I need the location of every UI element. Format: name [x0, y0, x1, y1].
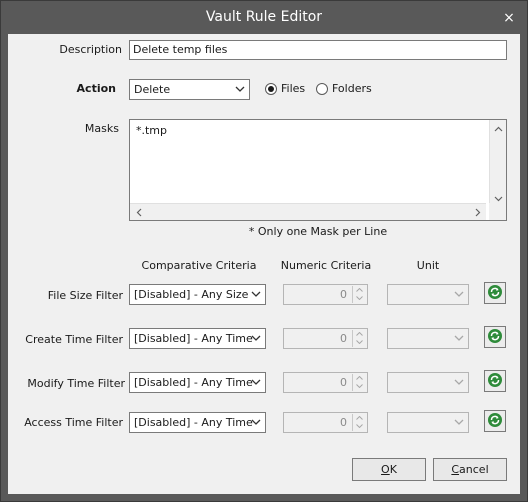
file-size-filter-label: File Size Filter — [47, 289, 123, 302]
access-time-refresh-button[interactable] — [484, 410, 506, 432]
dialog-body: Description Delete temp files Action Del… — [8, 34, 520, 494]
spin-buttons[interactable] — [352, 374, 366, 391]
ok-button-label-rest: K — [389, 463, 397, 476]
radio-folders-dot[interactable] — [316, 82, 328, 95]
header-numeric: Numeric Criteria — [280, 259, 372, 272]
radio-folders[interactable]: Folders — [316, 82, 372, 95]
file-size-criteria-select[interactable]: [Disabled] - Any Size — [129, 284, 266, 305]
access-time-numeric-spin[interactable]: 0 — [283, 412, 368, 433]
dialog-window: Vault Rule Editor × Description Delete t… — [0, 0, 528, 502]
chevron-down-icon — [251, 416, 261, 428]
file-size-numeric-value: 0 — [340, 288, 347, 301]
spin-down-icon[interactable] — [353, 294, 366, 302]
spin-buttons[interactable] — [352, 286, 366, 303]
create-time-criteria-select[interactable]: [Disabled] - Any Time — [129, 328, 266, 349]
chevron-down-icon — [454, 376, 464, 388]
spin-up-icon[interactable] — [353, 286, 366, 294]
file-size-criteria-value: [Disabled] - Any Size — [134, 288, 249, 301]
modify-time-numeric-value: 0 — [340, 376, 347, 389]
create-time-numeric-value: 0 — [340, 332, 347, 345]
description-input[interactable]: Delete temp files — [129, 40, 507, 60]
spin-down-icon[interactable] — [353, 382, 366, 390]
radio-files-label: Files — [281, 82, 306, 95]
scroll-left-icon[interactable] — [130, 204, 147, 221]
modify-time-unit-select[interactable] — [387, 372, 469, 393]
create-time-refresh-button[interactable] — [484, 326, 506, 348]
access-time-unit-select[interactable] — [387, 412, 469, 433]
file-size-refresh-button[interactable] — [484, 282, 506, 304]
access-time-numeric-value: 0 — [340, 416, 347, 429]
scroll-up-icon[interactable] — [490, 120, 507, 137]
scroll-right-icon[interactable] — [469, 204, 486, 221]
radio-files-dot[interactable] — [265, 82, 277, 95]
chevron-down-icon — [454, 416, 464, 428]
file-size-unit-select[interactable] — [387, 284, 469, 305]
cancel-button[interactable]: Cancel — [433, 458, 507, 481]
modify-time-filter-label: Modify Time Filter — [27, 377, 125, 390]
create-time-numeric-spin[interactable]: 0 — [283, 328, 368, 349]
horizontal-scrollbar[interactable] — [130, 203, 486, 220]
refresh-icon — [487, 284, 503, 303]
chevron-down-icon — [454, 288, 464, 300]
window-title: Vault Rule Editor — [205, 9, 323, 25]
spin-buttons[interactable] — [352, 330, 366, 347]
ok-button[interactable]: OK — [352, 458, 426, 481]
masks-note: * Only one Mask per Line — [248, 225, 388, 238]
masks-text: *.tmp — [136, 124, 168, 137]
header-comparative: Comparative Criteria — [141, 259, 257, 272]
close-icon[interactable]: × — [501, 10, 517, 26]
action-select[interactable]: Delete — [129, 79, 250, 100]
spin-up-icon[interactable] — [353, 330, 366, 338]
spin-buttons[interactable] — [352, 414, 366, 431]
scroll-corner — [489, 203, 506, 220]
ok-button-mnemonic: O — [381, 463, 390, 476]
description-label: Description — [59, 43, 122, 56]
refresh-icon — [487, 412, 503, 431]
spin-up-icon[interactable] — [353, 374, 366, 382]
refresh-icon — [487, 328, 503, 347]
access-time-criteria-select[interactable]: [Disabled] - Any Time — [129, 412, 266, 433]
create-time-filter-label: Create Time Filter — [25, 333, 123, 346]
cancel-button-label-rest: ancel — [459, 463, 489, 476]
vertical-scrollbar[interactable] — [489, 120, 506, 207]
cancel-button-mnemonic: C — [451, 463, 460, 476]
radio-files[interactable]: Files — [265, 82, 305, 95]
access-time-filter-label: Access Time Filter — [24, 416, 123, 429]
chevron-down-icon — [251, 288, 261, 300]
header-unit: Unit — [416, 259, 440, 272]
access-time-criteria-value: [Disabled] - Any Time — [134, 416, 253, 429]
title-bar[interactable]: Vault Rule Editor × — [1, 1, 527, 35]
spin-down-icon[interactable] — [353, 422, 366, 430]
file-size-numeric-spin[interactable]: 0 — [283, 284, 368, 305]
masks-label: Masks — [84, 122, 119, 135]
chevron-down-icon — [251, 376, 261, 388]
spin-up-icon[interactable] — [353, 414, 366, 422]
spin-down-icon[interactable] — [353, 338, 366, 346]
chevron-down-icon — [251, 332, 261, 344]
modify-time-numeric-spin[interactable]: 0 — [283, 372, 368, 393]
chevron-down-icon — [235, 83, 245, 95]
modify-time-refresh-button[interactable] — [484, 370, 506, 392]
action-select-value: Delete — [134, 83, 171, 96]
masks-textarea[interactable]: *.tmp — [129, 119, 507, 221]
chevron-down-icon — [454, 332, 464, 344]
create-time-criteria-value: [Disabled] - Any Time — [134, 332, 253, 345]
modify-time-criteria-select[interactable]: [Disabled] - Any Time — [129, 372, 266, 393]
radio-folders-label: Folders — [332, 82, 372, 95]
action-label: Action — [76, 82, 116, 95]
refresh-icon — [487, 372, 503, 391]
modify-time-criteria-value: [Disabled] - Any Time — [134, 376, 253, 389]
create-time-unit-select[interactable] — [387, 328, 469, 349]
